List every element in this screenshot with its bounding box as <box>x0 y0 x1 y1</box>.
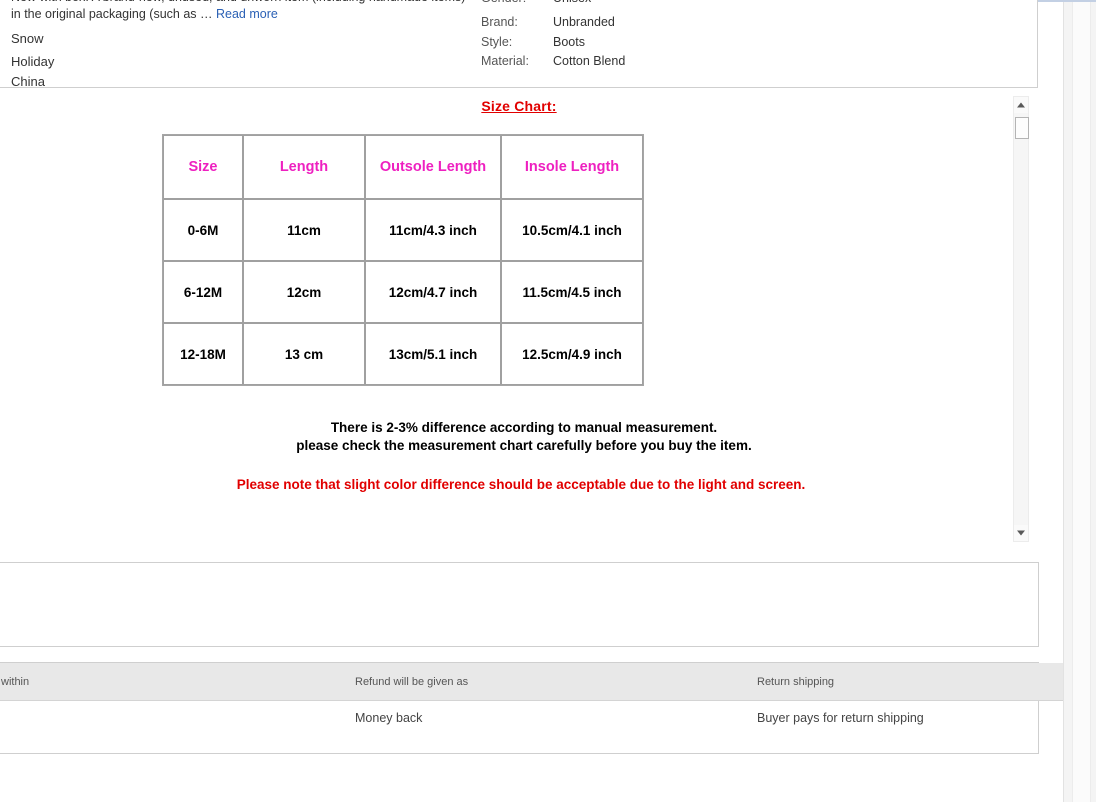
spec-value-occasion: Holiday <box>11 53 55 69</box>
description-scrollbar[interactable] <box>1013 96 1029 542</box>
note-color-disclaimer: Please note that slight color difference… <box>236 477 806 492</box>
size-chart-header-size: Size <box>163 135 243 199</box>
returns-value-within <box>0 701 355 726</box>
spec-value-brand: Unbranded <box>553 14 615 29</box>
spec-value-theme: Snow <box>11 31 44 46</box>
caret-down-icon <box>1017 530 1025 536</box>
size-chart-header-insole: Insole Length <box>501 135 643 199</box>
spec-value-style: Boots <box>553 35 585 49</box>
size-chart-title: Size Chart: <box>481 98 557 114</box>
size-chart-row: 6-12M 12cm 12cm/4.7 inch 11.5cm/4.5 inch <box>163 261 643 323</box>
spec-row-gender: Gender: Unisex <box>481 0 901 8</box>
length-cell: 13 cm <box>243 323 365 385</box>
spec-label-material: Material: <box>481 53 529 68</box>
size-chart-wrapper: Size Length Outsole Length Insole Length… <box>0 134 1038 386</box>
caret-up-icon <box>1017 102 1025 108</box>
size-cell: 12-18M <box>163 323 243 385</box>
length-cell: 11cm <box>243 199 365 261</box>
length-cell: 12cm <box>243 261 365 323</box>
size-chart-row: 0-6M 11cm 11cm/4.3 inch 10.5cm/4.1 inch <box>163 199 643 261</box>
insole-cell: 10.5cm/4.1 inch <box>501 199 643 261</box>
page-root: New with box: A brand-new, unused, and u… <box>0 0 1096 802</box>
spec-row-brand: Brand: Unbranded <box>481 13 901 32</box>
item-specifics-left-column: New with box: A brand-new, unused, and u… <box>11 0 471 93</box>
returns-header-within: within <box>0 663 355 701</box>
size-chart-header-length: Length <box>243 135 365 199</box>
returns-header-row: within Refund will be given as Return sh… <box>0 663 1096 701</box>
outsole-cell: 13cm/5.1 inch <box>365 323 501 385</box>
spec-value-material: Cotton Blend <box>553 53 626 68</box>
condition-description: New with box: A brand-new, unused, and u… <box>11 0 471 23</box>
outsole-cell: 11cm/4.3 inch <box>365 199 501 261</box>
spec-row-style: Style: Boots <box>481 33 901 52</box>
spec-label-brand: Brand: <box>481 14 518 29</box>
scrollbar-down-arrow[interactable] <box>1014 525 1028 541</box>
returns-table: within Refund will be given as Return sh… <box>0 663 1096 725</box>
returns-value-refund: Money back <box>355 711 423 725</box>
returns-section-box: within Refund will be given as Return sh… <box>0 662 1096 754</box>
page-scrollbar-track[interactable] <box>1072 2 1091 802</box>
description-iframe-content: Size Chart: Size Length Outsole Length I… <box>0 90 1038 546</box>
description-section-box: n 4670376 <box>0 562 1039 647</box>
measurement-notes: There is 2-3% difference according to ma… <box>0 419 1038 492</box>
note-line-2: please check the measurement chart caref… <box>296 438 752 453</box>
size-chart-table: Size Length Outsole Length Insole Length… <box>162 134 644 386</box>
insole-cell: 12.5cm/4.9 inch <box>501 323 643 385</box>
outsole-cell: 12cm/4.7 inch <box>365 261 501 323</box>
note-line-1: There is 2-3% difference according to ma… <box>330 420 718 435</box>
returns-header-refund: Refund will be given as <box>355 663 757 701</box>
read-more-link[interactable]: Read more <box>216 7 278 21</box>
page-scrollbar-gutter[interactable] <box>1063 2 1096 802</box>
description-heading: n <box>0 570 1038 587</box>
size-chart-row: 12-18M 13 cm 13cm/5.1 inch 12.5cm/4.9 in… <box>163 323 643 385</box>
insole-cell: 11.5cm/4.5 inch <box>501 261 643 323</box>
spec-value-gender: Unisex <box>553 0 591 8</box>
item-number-value: 4670376 <box>0 618 1038 632</box>
spec-label-style: Style: <box>481 35 513 49</box>
item-specifics-right-column: Gender: Unisex Brand: Unbranded Style: B… <box>481 0 901 70</box>
size-cell: 0-6M <box>163 199 243 261</box>
returns-value-shipping: Buyer pays for return shipping <box>757 711 924 725</box>
scrollbar-up-arrow[interactable] <box>1014 97 1028 113</box>
item-specifics-panel: New with box: A brand-new, unused, and u… <box>0 0 1038 89</box>
size-chart-header-row: Size Length Outsole Length Insole Length <box>163 135 643 199</box>
size-chart-header-outsole: Outsole Length <box>365 135 501 199</box>
scrollbar-thumb[interactable] <box>1015 117 1029 139</box>
returns-header-shipping: Return shipping <box>757 663 1096 701</box>
spec-row-material: Material: Cotton Blend <box>481 52 901 71</box>
size-cell: 6-12M <box>163 261 243 323</box>
returns-value-row: Money back Buyer pays for return shippin… <box>0 701 1096 726</box>
spec-label-gender: Gender: <box>481 0 553 8</box>
